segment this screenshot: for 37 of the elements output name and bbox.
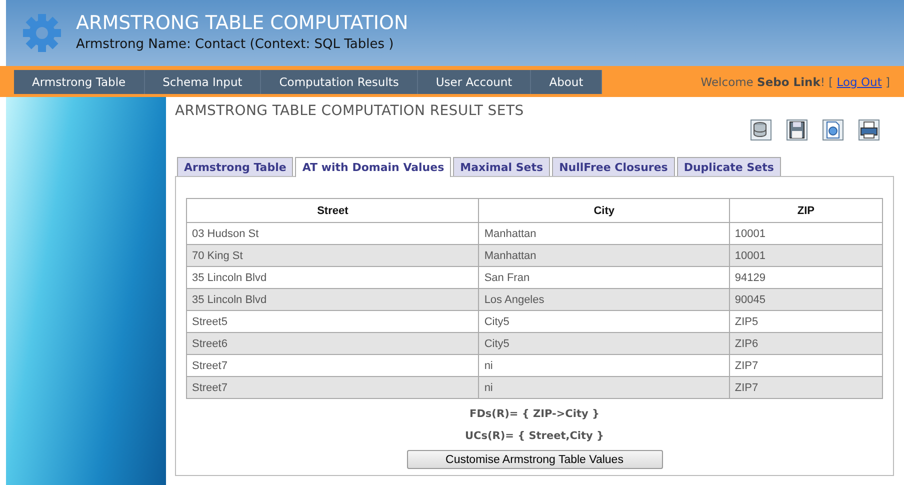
nav-link[interactable]: User Account <box>418 70 532 94</box>
column-header: Street <box>186 198 479 222</box>
table-cell: 90045 <box>729 288 882 310</box>
nav-link[interactable]: Schema Input <box>144 70 262 94</box>
tab[interactable]: AT with Domain Values <box>295 157 452 177</box>
table-cell: Los Angeles <box>478 288 730 310</box>
table-cell: 70 King St <box>186 244 479 266</box>
welcome-text: Welcome Sebo Link! [ Log Out ] <box>700 74 890 88</box>
table-cell: Street7 <box>186 376 479 398</box>
table-cell: 35 Lincoln Blvd <box>186 288 479 310</box>
tab[interactable]: Armstrong Table <box>177 157 294 176</box>
table-cell: City5 <box>478 332 730 354</box>
printer-icon[interactable] <box>858 119 880 141</box>
fds-text: FDs(R)= { ZIP->City } <box>470 407 600 421</box>
database-icon[interactable] <box>750 119 772 141</box>
ucs-text: UCs(R)= { Street,City } <box>464 429 604 443</box>
table-cell: Street6 <box>186 332 479 354</box>
armstrong-name: Armstrong Name: Contact (Context: SQL Tables ) <box>76 36 395 54</box>
customise-button[interactable]: Customise Armstrong Table Values <box>406 450 662 469</box>
tab[interactable]: Maximal Sets <box>453 157 550 176</box>
nav-link[interactable]: Computation Results <box>261 70 418 94</box>
nav-link[interactable]: About <box>531 70 602 94</box>
logout-link[interactable]: Log Out <box>836 74 882 88</box>
column-header: City <box>478 198 730 222</box>
page-heading: ARMSTRONG TABLE COMPUTATION RESULT SETS <box>175 103 525 119</box>
tab[interactable]: NullFree Closures <box>552 157 675 176</box>
table-cell: Manhattan <box>478 244 730 266</box>
table-cell: ZIP7 <box>729 376 882 398</box>
column-header: ZIP <box>729 198 882 222</box>
table-cell: ni <box>478 376 730 398</box>
table-cell: 10001 <box>729 244 882 266</box>
nav-link[interactable]: Armstrong Table <box>14 70 145 94</box>
gear-icon <box>22 13 62 53</box>
tab[interactable]: Duplicate Sets <box>676 157 781 176</box>
table-cell: ZIP6 <box>729 332 882 354</box>
app-title: ARMSTRONG TABLE COMPUTATION <box>76 11 408 35</box>
document-icon[interactable] <box>822 119 844 141</box>
